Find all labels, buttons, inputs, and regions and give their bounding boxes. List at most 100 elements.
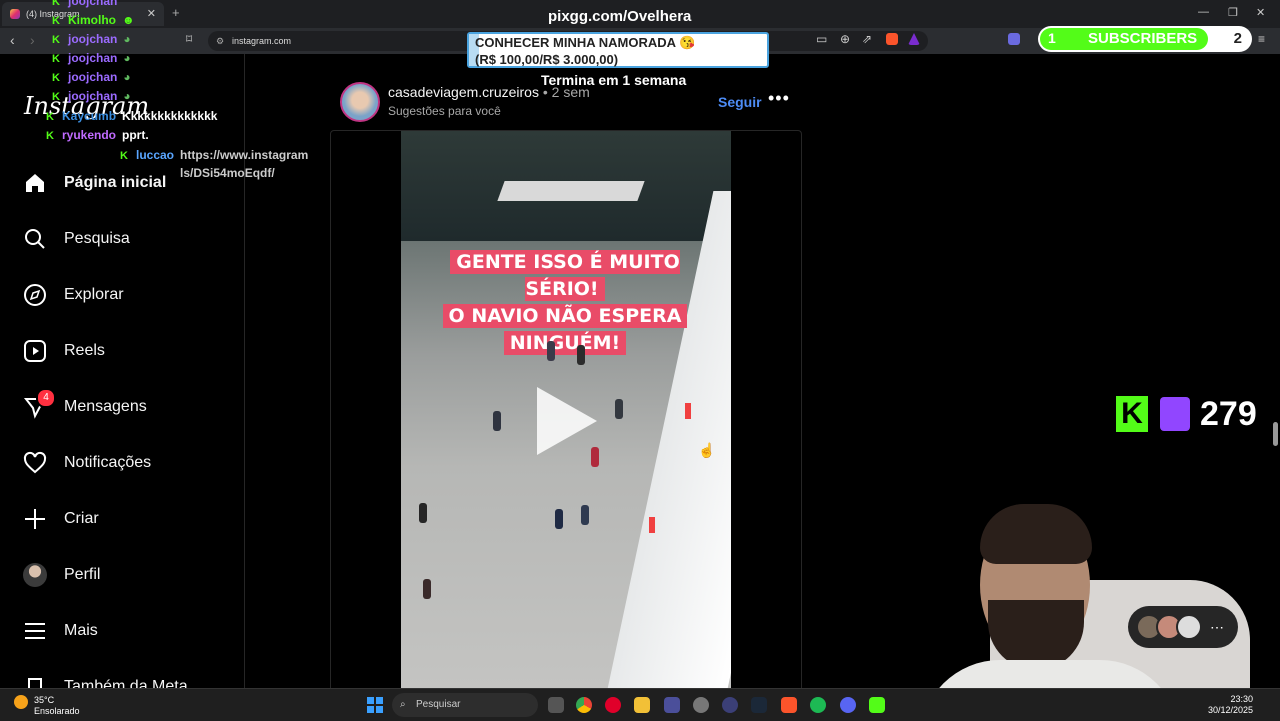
emote-icon: ☻	[122, 13, 135, 27]
post-subtitle: Sugestões para você	[388, 104, 501, 118]
chat-username: joojchan	[68, 89, 118, 103]
sidebar-item-messages[interactable]: 4 Mensagens	[22, 387, 232, 427]
compass-icon	[22, 282, 48, 308]
subs-label: SUBSCRIBERS	[1088, 30, 1198, 47]
stream-chat-overlay: Kjoojchan K Kimolho ☻ Kjoojchan ◕ Kjoojchan…	[40, 0, 320, 190]
video-dock	[497, 181, 645, 201]
sidebar-item-create[interactable]: Criar	[22, 499, 232, 539]
heart-icon	[22, 450, 48, 476]
emote-icon: ◕	[123, 70, 131, 84]
clock-time: 23:30	[1230, 694, 1254, 704]
chat-message: Kjoojchan ◕	[52, 51, 131, 65]
play-icon[interactable]	[537, 387, 597, 455]
chat-message: Kjoojchan ◕	[52, 32, 131, 46]
video-person	[615, 399, 623, 419]
zoom-icon[interactable]: ⊕	[840, 32, 850, 46]
sidebar-item-notifications[interactable]: Notificações	[22, 443, 232, 483]
subs-count: 1	[1048, 30, 1056, 46]
sidebar-item-label: Também da Meta	[64, 678, 188, 688]
reel-video[interactable]: GENTE ISSO É MUITO SÉRIO! O NAVIO NÃO ES…	[401, 131, 731, 688]
opera-icon[interactable]	[605, 697, 621, 713]
kick-icon[interactable]	[869, 697, 885, 713]
chat-text: Kkkkkkkkkkkkkk	[122, 109, 218, 123]
sidebar-item-label: Notificações	[64, 454, 152, 471]
close-window-button[interactable]: ✕	[1256, 6, 1265, 19]
brave-shield-icon[interactable]	[886, 33, 898, 45]
messages-badge: 4	[36, 388, 56, 408]
follow-button[interactable]: Seguir	[718, 94, 762, 110]
back-icon[interactable]: ‹	[10, 32, 15, 48]
chrome-icon[interactable]	[576, 697, 592, 713]
task-view-icon[interactable]	[548, 697, 564, 713]
messages-facepile[interactable]: ⋯	[1128, 606, 1238, 648]
discord-icon[interactable]	[840, 697, 856, 713]
pix-title: pixgg.com/Ovelhera	[548, 8, 692, 25]
twitch-logo-icon	[1160, 397, 1190, 431]
sidebar-item-more[interactable]: Mais	[22, 611, 232, 651]
chat-username: joojchan	[68, 70, 118, 84]
instagram-favicon-icon	[10, 9, 20, 19]
post-media[interactable]: GENTE ISSO É MUITO SÉRIO! O NAVIO NÃO ES…	[330, 130, 802, 688]
hand-cursor-icon: ☝	[698, 442, 716, 458]
chat-username: ryukendo	[62, 128, 117, 142]
file-explorer-icon[interactable]	[634, 697, 650, 713]
kick-icon: K	[120, 150, 128, 162]
sidebar-item-label: Explorar	[64, 286, 124, 303]
sidebar-item-explore[interactable]: Explorar	[22, 275, 232, 315]
sidebar-item-reels[interactable]: Reels	[22, 331, 232, 371]
share-icon[interactable]: ⇗	[862, 32, 872, 46]
viewer-count: 279	[1200, 394, 1257, 433]
app-icon[interactable]	[722, 697, 738, 713]
emote-icon: ◕	[123, 51, 131, 65]
video-person	[423, 579, 431, 599]
sidebar-item-search[interactable]: Pesquisa	[22, 219, 232, 259]
video-person	[555, 509, 563, 529]
kick-icon: K	[52, 53, 60, 65]
viewer-count-widget: K 279	[1116, 394, 1257, 434]
brave-icon[interactable]	[781, 697, 797, 713]
messenger-icon: 4	[22, 388, 56, 420]
chat-username: joojchan	[68, 51, 118, 65]
maximize-button[interactable]: ❐	[1228, 6, 1238, 19]
video-cone	[685, 403, 691, 419]
screen-icon[interactable]: ▭	[816, 32, 827, 46]
minimize-button[interactable]: —	[1198, 6, 1209, 18]
more-options-icon[interactable]: •••	[768, 88, 790, 109]
sidebar-item-label: Reels	[64, 342, 105, 359]
sidebar-item-label: Pesquisa	[64, 230, 130, 247]
weather-temp: 35°C	[34, 695, 55, 705]
goal-title: CONHECER MINHA NAMORADA 😘	[475, 35, 696, 50]
sun-icon	[14, 695, 28, 709]
steam-icon[interactable]	[751, 697, 767, 713]
sidebar-item-meta[interactable]: Também da Meta	[22, 667, 232, 688]
system-clock[interactable]: 23:30 30/12/2025	[1208, 694, 1253, 716]
app-icon[interactable]	[664, 697, 680, 713]
video-cone	[649, 517, 655, 533]
caption-line-2: O NAVIO NÃO ESPERA	[442, 304, 688, 328]
chat-username: Kimolho	[68, 13, 116, 27]
taskbar-search[interactable]: ⌕ Pesquisar	[392, 693, 538, 717]
scrollbar-thumb[interactable]	[1273, 422, 1278, 446]
forward-icon[interactable]: ›	[30, 32, 35, 48]
sidebar-item-label: Criar	[64, 510, 99, 527]
search-icon: ⌕	[400, 699, 406, 710]
post-username[interactable]: casadeviagem.cruzeiros	[388, 84, 539, 100]
chat-text-wrap: ls/DSi54moEqdf/	[180, 166, 275, 180]
more-icon: ⋯	[1210, 618, 1224, 635]
sidebar-item-profile[interactable]: Perfil	[22, 555, 232, 595]
spotify-icon[interactable]	[810, 697, 826, 713]
chat-message: Kjoojchan ◕	[52, 70, 131, 84]
webcam-hair	[980, 504, 1092, 564]
weather-desc: Ensolarado	[34, 706, 80, 716]
avatar-icon	[22, 562, 48, 588]
extension-icon[interactable]	[1008, 33, 1020, 45]
video-person	[419, 503, 427, 523]
post-avatar[interactable]	[340, 82, 380, 122]
github-icon[interactable]	[693, 697, 709, 713]
windows-start-icon[interactable]	[367, 697, 383, 713]
browser-menu-icon[interactable]: ≡	[1258, 32, 1265, 46]
video-person	[581, 505, 589, 525]
windows-taskbar: 35°C Ensolarado ⌕ Pesquisar 23:30 30/12/…	[0, 688, 1280, 721]
kick-icon: K	[52, 15, 60, 27]
kick-icon: K	[52, 72, 60, 84]
